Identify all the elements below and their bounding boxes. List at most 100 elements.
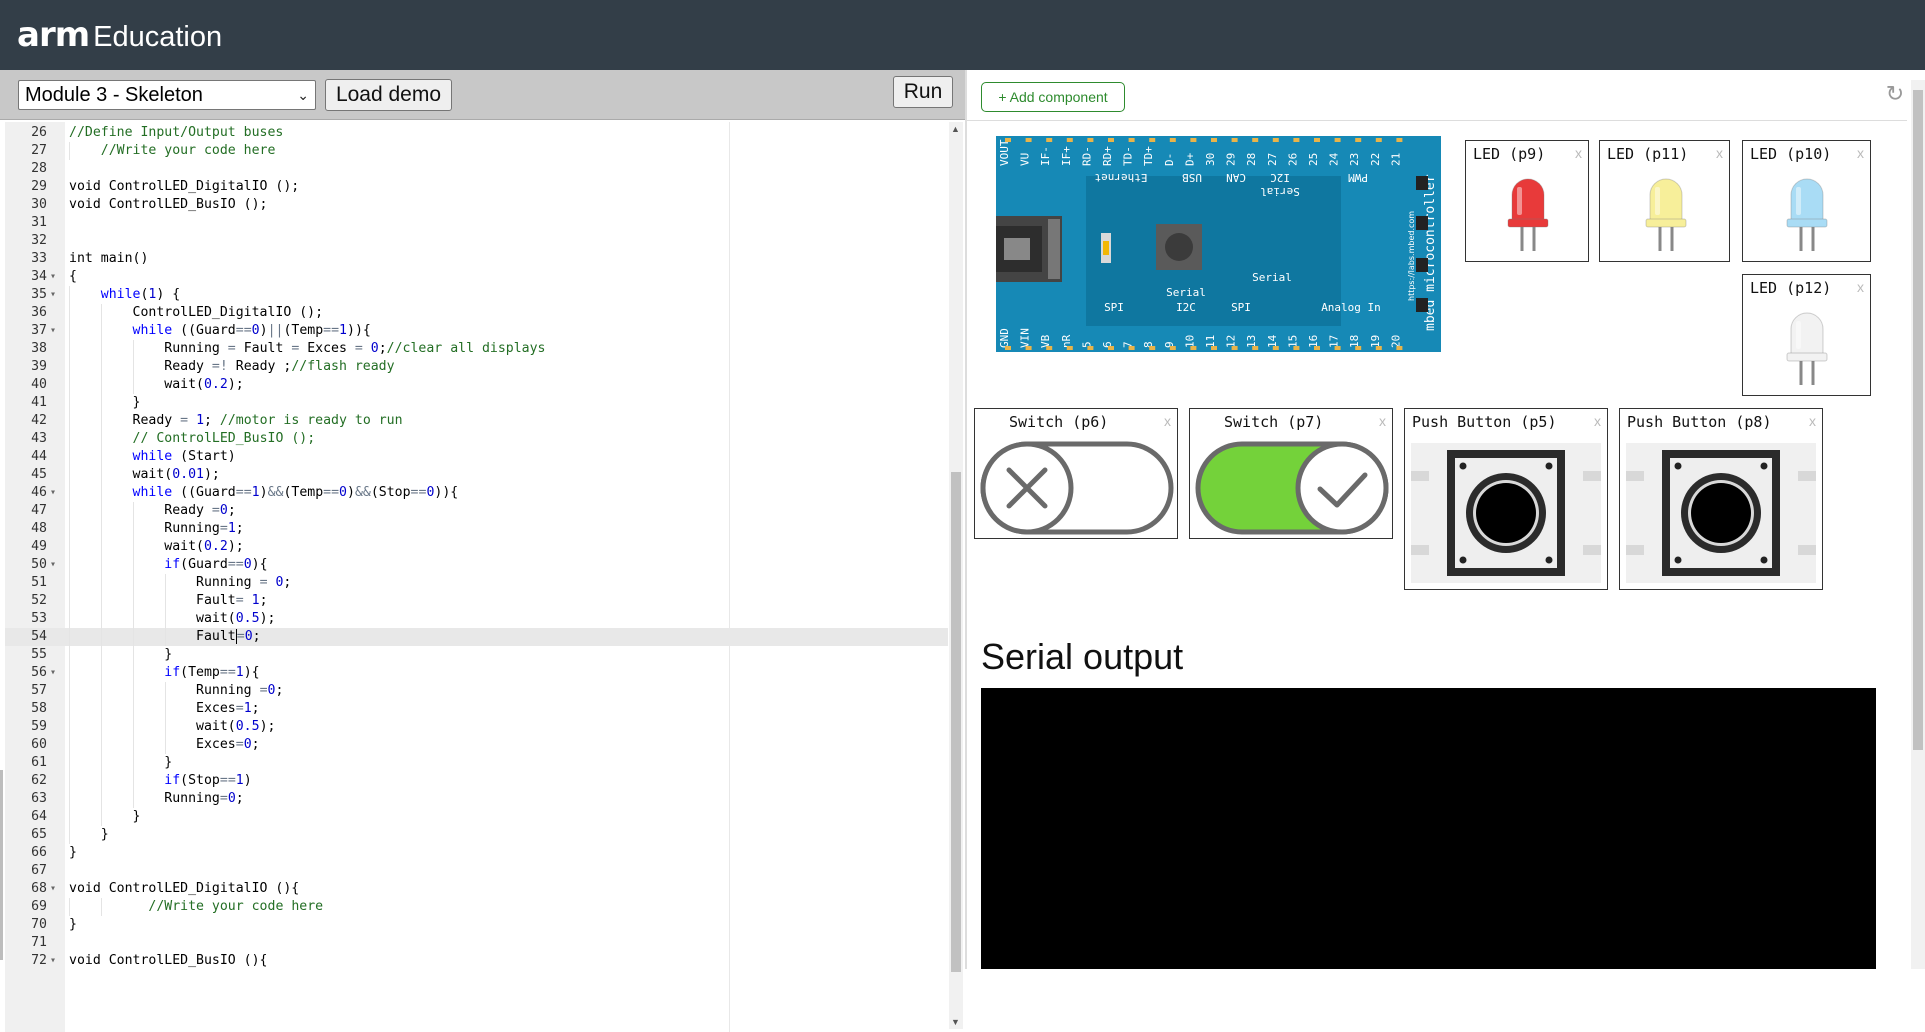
serial-output-console[interactable] — [981, 688, 1876, 969]
code-line[interactable]: 32 — [5, 232, 948, 250]
code-line[interactable]: 60 Exces=0; — [5, 736, 948, 754]
right-divider — [967, 120, 1907, 121]
code-line[interactable]: 67 — [5, 862, 948, 880]
code-line[interactable]: 53 wait(0.5); — [5, 610, 948, 628]
fold-toggle-icon[interactable]: ▾ — [50, 268, 56, 286]
code-line[interactable]: 64 } — [5, 808, 948, 826]
editor-scrollbar[interactable]: ▲ ▼ — [949, 122, 963, 1029]
code-line[interactable]: 40 wait(0.2); — [5, 376, 948, 394]
code-line[interactable]: 65 } — [5, 826, 948, 844]
code-line[interactable]: 37 ▾ while ((Guard==0)||(Temp==1)){ — [5, 322, 948, 340]
push-button-p8[interactable]: Push Button (p8) x — [1619, 408, 1823, 590]
code-line[interactable]: 47 Ready =0; — [5, 502, 948, 520]
fold-toggle-icon[interactable]: ▾ — [50, 880, 56, 898]
code-line[interactable]: 49 wait(0.2); — [5, 538, 948, 556]
code-line[interactable]: 26 //Define Input/Output buses — [5, 124, 948, 142]
code-line[interactable]: 31 — [5, 214, 948, 232]
run-button[interactable]: Run — [893, 76, 953, 108]
page-scrollbar[interactable] — [1911, 80, 1925, 969]
code-line[interactable]: 29 void ControlLED_DigitalIO (); — [5, 178, 948, 196]
line-number: 48 — [31, 521, 47, 536]
toggle-switch-on[interactable] — [1195, 441, 1389, 535]
refresh-icon[interactable]: ↻ — [1883, 82, 1907, 106]
switch-p7[interactable]: Switch (p7) x — [1189, 408, 1393, 539]
code-line[interactable]: 43 // ControlLED_BusIO (); — [5, 430, 948, 448]
led-p11[interactable]: LED (p11) x — [1599, 140, 1730, 262]
close-icon[interactable]: x — [1594, 413, 1601, 429]
arm-education-logo[interactable]: arm Education — [17, 18, 222, 54]
code-line[interactable]: 71 — [5, 934, 948, 952]
scroll-up-icon[interactable]: ▲ — [951, 124, 960, 134]
code-text: Running =0; — [69, 683, 284, 698]
code-line[interactable]: 27 //Write your code here — [5, 142, 948, 160]
code-editor[interactable]: 26 //Define Input/Output buses 27 //Write … — [5, 122, 948, 1032]
code-line[interactable]: 68 ▾ void ControlLED_DigitalIO (){ — [5, 880, 948, 898]
module-select[interactable]: Module 3 - Skeleton ⌄ — [18, 80, 316, 110]
board-url-label: https://labs.mbed.com — [1407, 211, 1416, 301]
code-text: } — [69, 809, 141, 824]
close-icon[interactable]: x — [1379, 413, 1386, 429]
code-line[interactable]: 51 Running = 0; — [5, 574, 948, 592]
code-line[interactable]: 28 — [5, 160, 948, 178]
code-line[interactable]: 57 Running =0; — [5, 682, 948, 700]
code-line[interactable]: 72 ▾ void ControlLED_BusIO (){ — [5, 952, 948, 970]
code-text: int main() — [69, 251, 149, 266]
left-edge-indicator — [0, 770, 3, 960]
code-line[interactable]: 38 Running = Fault = Exces = 0;//clear a… — [5, 340, 948, 358]
push-button-p5[interactable]: Push Button (p5) x — [1404, 408, 1608, 590]
code-line[interactable]: 41 } — [5, 394, 948, 412]
push-button-icon[interactable] — [1411, 443, 1601, 583]
scroll-down-icon[interactable]: ▼ — [951, 1017, 960, 1027]
code-line[interactable]: 39 Ready =! Ready ;//flash ready — [5, 358, 948, 376]
code-line[interactable]: 33 int main() — [5, 250, 948, 268]
code-line[interactable]: 35 ▾ while(1) { — [5, 286, 948, 304]
code-line[interactable]: 59 wait(0.5); — [5, 718, 948, 736]
pin-label: VB — [1039, 334, 1052, 348]
code-line[interactable]: 61 } — [5, 754, 948, 772]
add-component-button[interactable]: + Add component — [981, 82, 1125, 112]
fold-toggle-icon[interactable]: ▾ — [50, 484, 56, 502]
code-line[interactable]: 66} — [5, 844, 948, 862]
fold-toggle-icon[interactable]: ▾ — [50, 664, 56, 682]
code-line[interactable]: 45 wait(0.01); — [5, 466, 948, 484]
code-line[interactable]: 55 } — [5, 646, 948, 664]
code-line[interactable]: 70} — [5, 916, 948, 934]
close-icon[interactable]: x — [1809, 413, 1816, 429]
code-line[interactable]: 69 //Write your code here — [5, 898, 948, 916]
code-line[interactable]: 62 if(Stop==1) — [5, 772, 948, 790]
code-line[interactable]: 34 ▾ { — [5, 268, 948, 286]
switch-p6[interactable]: Switch (p6) x — [974, 408, 1178, 539]
page-scrollbar-thumb[interactable] — [1913, 90, 1923, 750]
code-line[interactable]: 44 while (Start) — [5, 448, 948, 466]
push-button-icon[interactable] — [1626, 443, 1816, 583]
load-demo-button[interactable]: Load demo — [325, 79, 452, 111]
code-line[interactable]: 63 Running=0; — [5, 790, 948, 808]
close-icon[interactable]: x — [1716, 145, 1723, 161]
code-line[interactable]: 56 ▾ if(Temp==1){ — [5, 664, 948, 682]
toggle-switch-off[interactable] — [980, 441, 1174, 535]
fold-toggle-icon[interactable]: ▾ — [50, 322, 56, 340]
fold-toggle-icon[interactable]: ▾ — [50, 556, 56, 574]
close-icon[interactable]: x — [1164, 413, 1171, 429]
close-icon[interactable]: x — [1857, 279, 1864, 295]
code-text: Ready =0; — [69, 503, 236, 518]
editor-scrollbar-thumb[interactable] — [951, 472, 961, 972]
code-line[interactable]: 52 Fault= 1; — [5, 592, 948, 610]
fold-toggle-icon[interactable]: ▾ — [50, 952, 56, 970]
led-p9[interactable]: LED (p9) x — [1465, 140, 1589, 262]
code-line[interactable]: 58 Exces=1; — [5, 700, 948, 718]
code-line[interactable]: 30 void ControlLED_BusIO (); — [5, 196, 948, 214]
code-line[interactable]: 46 ▾ while ((Guard==1)&&(Temp==0)&&(Stop=… — [5, 484, 948, 502]
led-p12[interactable]: LED (p12) x — [1742, 274, 1871, 396]
fold-toggle-icon[interactable]: ▾ — [50, 286, 56, 304]
code-line[interactable]: 42 Ready = 1; //motor is ready to run — [5, 412, 948, 430]
code-line[interactable]: 54 Fault=0; — [5, 628, 948, 646]
pin-pad — [1252, 346, 1259, 350]
code-line[interactable]: 48 Running=1; — [5, 520, 948, 538]
code-line[interactable]: 36 ControlLED_DigitalIO (); — [5, 304, 948, 322]
line-number: 28 — [31, 161, 47, 176]
close-icon[interactable]: x — [1575, 145, 1582, 161]
led-p10[interactable]: LED (p10) x — [1742, 140, 1871, 262]
close-icon[interactable]: x — [1857, 145, 1864, 161]
code-line[interactable]: 50 ▾ if(Guard==0){ — [5, 556, 948, 574]
